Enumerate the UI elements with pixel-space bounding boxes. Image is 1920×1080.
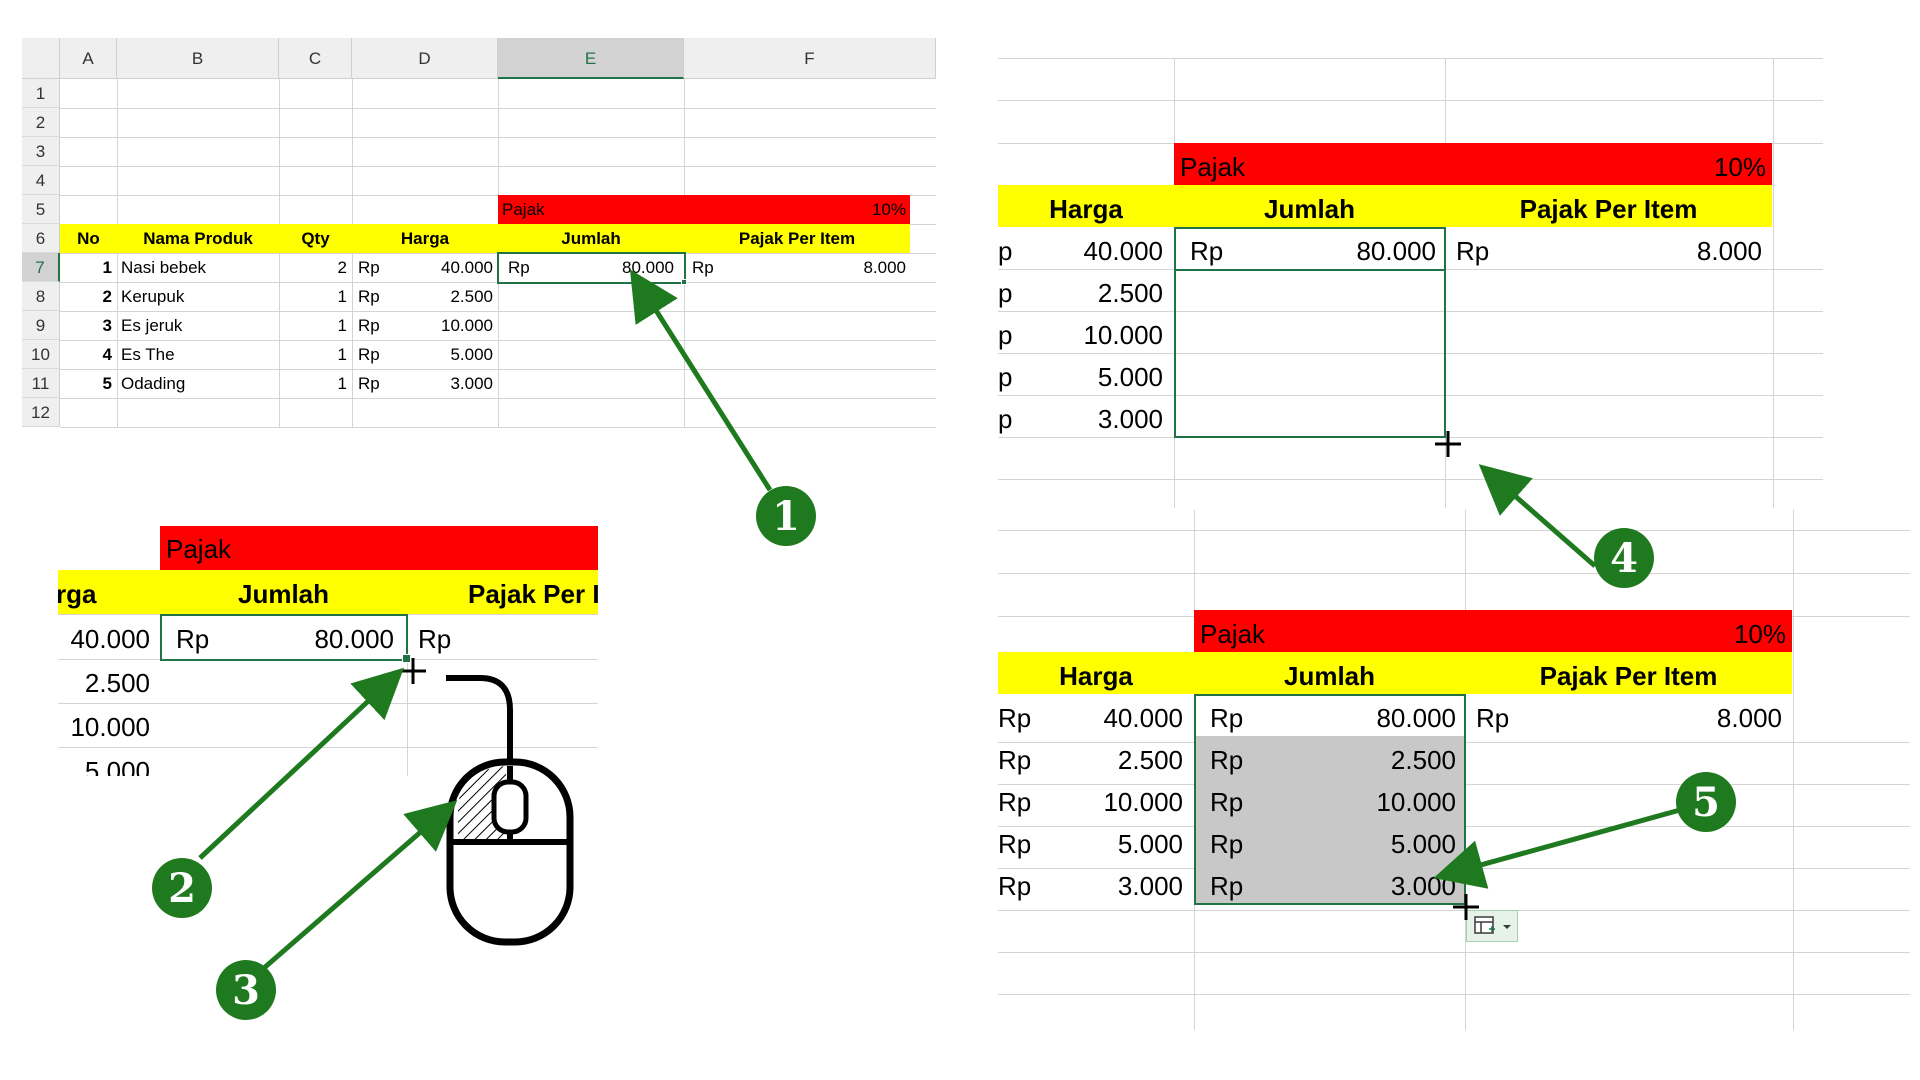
step-badge-2: 2 [152,858,212,918]
arrow-2 [198,667,404,860]
step-badge-5: 5 [1676,772,1736,832]
step-badge-3: 3 [216,960,276,1020]
arrow-5 [1433,807,1681,889]
step-badge-4: 4 [1594,528,1654,588]
arrow-3 [262,800,458,970]
arrow-4 [1478,464,1597,568]
arrow-1 [629,269,773,492]
step-badge-1: 1 [756,486,816,546]
